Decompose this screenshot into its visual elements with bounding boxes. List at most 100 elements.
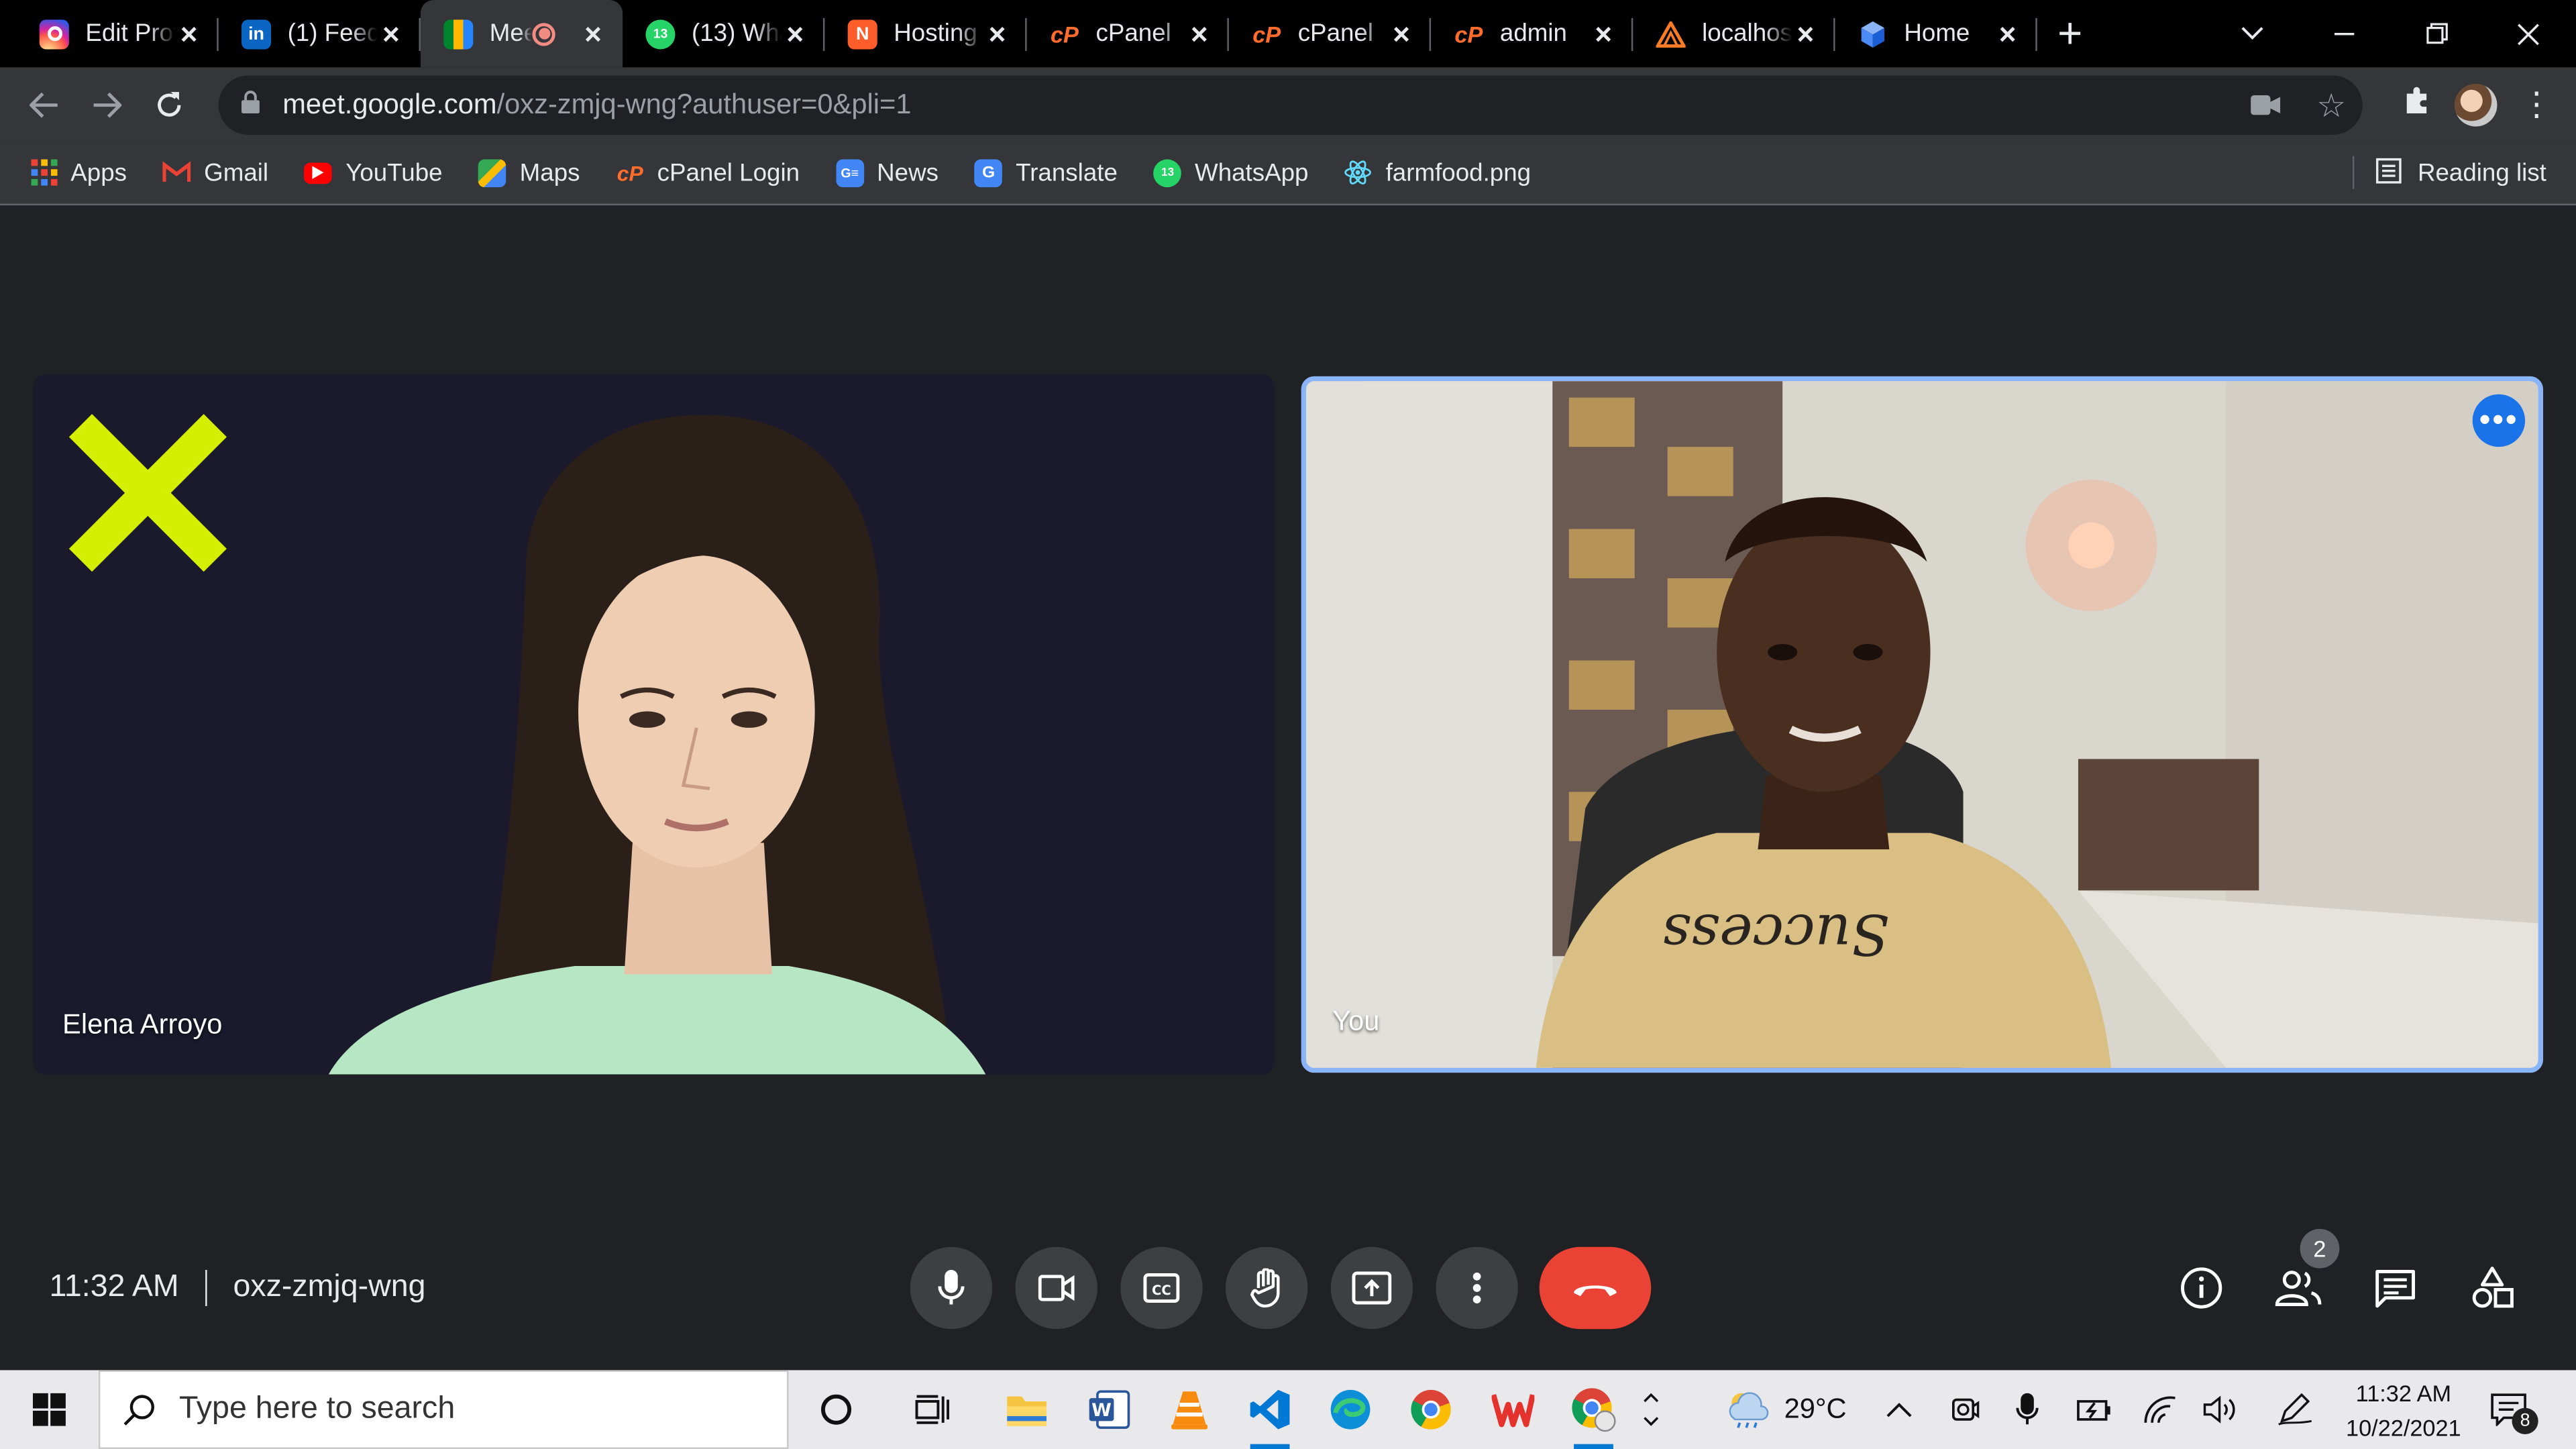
vscode-app[interactable] [1230,1370,1309,1449]
tray-volume[interactable] [2203,1370,2239,1449]
close-tab-icon[interactable]: × [1591,19,1617,48]
camera-button[interactable] [1015,1246,1097,1330]
youtube-icon [304,162,333,184]
close-tab-icon[interactable]: × [1792,19,1819,48]
tab-hosting[interactable]: N Hosting × [824,0,1027,67]
bookmark-gmail[interactable]: Gmail [162,158,269,186]
taskbar-scroll-arrows[interactable] [1643,1370,1659,1449]
more-options-button[interactable] [1436,1246,1518,1330]
tray-network[interactable] [2142,1370,2178,1449]
svg-text:W: W [1091,1400,1112,1421]
activities-button[interactable] [2459,1255,2525,1321]
forward-button[interactable] [76,73,138,136]
chrome-active-app[interactable] [1554,1370,1633,1449]
participant-tile-you[interactable]: Success ••• You [1301,376,2544,1073]
present-screen-button[interactable] [1330,1246,1413,1330]
back-button[interactable] [13,73,76,136]
tray-microphone[interactable] [2016,1370,2039,1449]
microphone-button[interactable] [910,1246,993,1330]
tab-title: admin [1499,19,1567,48]
weather-widget[interactable]: 29°C [1722,1370,1847,1449]
chat-button[interactable] [2363,1255,2428,1321]
tab-instagram[interactable]: Edit Profile × [16,0,219,67]
bookmark-youtube[interactable]: YouTube [304,158,443,186]
bookmark-whatsapp[interactable]: 13 WhatsApp [1153,158,1308,186]
file-explorer-app[interactable] [987,1370,1067,1449]
tab-home[interactable]: Home × [1835,0,2037,67]
tab-admin[interactable]: cP admin × [1431,0,1633,67]
raise-hand-button[interactable] [1225,1246,1308,1330]
address-bar[interactable]: meet.google.com/oxz-zmjq-wng?authuser=0&… [218,75,2363,135]
meeting-info-button[interactable] [2169,1255,2235,1321]
leave-call-button[interactable] [1539,1246,1652,1330]
participant-more-options-button[interactable]: ••• [2472,394,2526,447]
maps-icon [478,158,507,186]
bookmark-label: Gmail [204,158,269,186]
browser-tab-strip: Edit Profile × in (1) Feed × Meet × 13 (… [0,0,2576,68]
minimize-button[interactable] [2298,0,2390,67]
reading-list-button[interactable]: Reading list [2351,142,2546,206]
reload-button[interactable] [138,73,201,136]
whatsapp-icon: 13 [1153,158,1182,186]
bookmark-farmfood[interactable]: farmfood.png [1344,158,1531,186]
reading-list-icon [2375,157,2401,190]
bookmark-maps[interactable]: Maps [478,158,580,186]
cpanel-icon: cP [1454,20,1483,47]
tab-cpanel-2[interactable]: cP cPanel × [1229,0,1432,67]
word-app[interactable]: W [1069,1370,1148,1449]
tab-localhost[interactable]: localhost × [1633,0,1835,67]
wps-app[interactable] [1474,1370,1553,1449]
start-button[interactable] [0,1370,99,1449]
chrome-app[interactable] [1391,1370,1470,1449]
close-tab-icon[interactable]: × [176,19,202,48]
browser-toolbar: meet.google.com/oxz-zmjq-wng?authuser=0&… [0,67,2576,142]
taskbar-clock[interactable]: 11:32 AM 10/22/2021 [2336,1377,2471,1446]
task-view-icon [915,1395,950,1424]
translate-icon: G [974,158,1003,186]
captions-button[interactable]: CC [1120,1246,1203,1330]
profile-avatar[interactable] [2454,83,2498,126]
participant-video-elena [328,415,986,1075]
tray-pen[interactable] [2277,1370,2313,1449]
tab-linkedin[interactable]: in (1) Feed × [219,0,421,67]
chrome-menu-icon[interactable]: ⋮ [2520,88,2553,121]
cortana-icon [821,1394,852,1425]
tab-meet[interactable]: Meet × [420,0,623,68]
close-tab-icon[interactable]: × [1186,19,1212,48]
participant-tile-elena[interactable]: Elena Arroyo [32,374,1275,1075]
meeting-time: 11:32 AM [49,1270,179,1305]
close-window-button[interactable] [2482,0,2574,67]
new-tab-button[interactable]: + [2037,0,2103,67]
close-tab-icon[interactable]: × [1994,19,2021,48]
task-view-button[interactable] [894,1370,973,1449]
svg-text:Success: Success [1662,902,1890,967]
show-hidden-icons-button[interactable] [1886,1370,1912,1449]
tab-search-button[interactable] [2206,0,2298,67]
camera-in-use-icon[interactable] [2251,88,2281,122]
close-tab-icon[interactable]: × [378,19,404,48]
bookmark-star-icon[interactable]: ☆ [2316,85,2346,125]
chrome-profile-icon [1572,1388,1616,1432]
tab-title: Edit Profile [85,19,176,48]
participant-video-you: Success [1305,381,2538,1068]
bookmark-translate[interactable]: G Translate [974,158,1118,186]
restore-button[interactable] [2390,0,2482,67]
taskbar-search-box[interactable]: Type here to search [98,1370,789,1449]
extensions-icon[interactable] [2402,85,2431,123]
vlc-app[interactable] [1150,1370,1229,1449]
close-tab-icon[interactable]: × [984,19,1010,48]
edge-app[interactable] [1311,1370,1390,1449]
tab-whatsapp[interactable]: 13 (13) WhatsApp × [623,0,825,67]
bookmark-cpanel-login[interactable]: cP cPanel Login [616,158,800,186]
close-tab-icon[interactable]: × [580,19,606,48]
close-tab-icon[interactable]: × [782,19,808,48]
tray-camera[interactable] [1950,1370,1980,1449]
tab-cpanel-1[interactable]: cP cPanel × [1027,0,1229,67]
bookmark-news[interactable]: G≡ News [835,158,938,186]
meeting-details: 11:32 AM oxz-zmjq-wng [49,1269,425,1308]
tray-battery[interactable] [2077,1370,2113,1449]
bookmark-apps[interactable]: Apps [30,158,127,186]
close-tab-icon[interactable]: × [1388,19,1414,48]
cortana-button[interactable] [797,1370,876,1449]
tab-title: cPanel [1095,19,1171,48]
